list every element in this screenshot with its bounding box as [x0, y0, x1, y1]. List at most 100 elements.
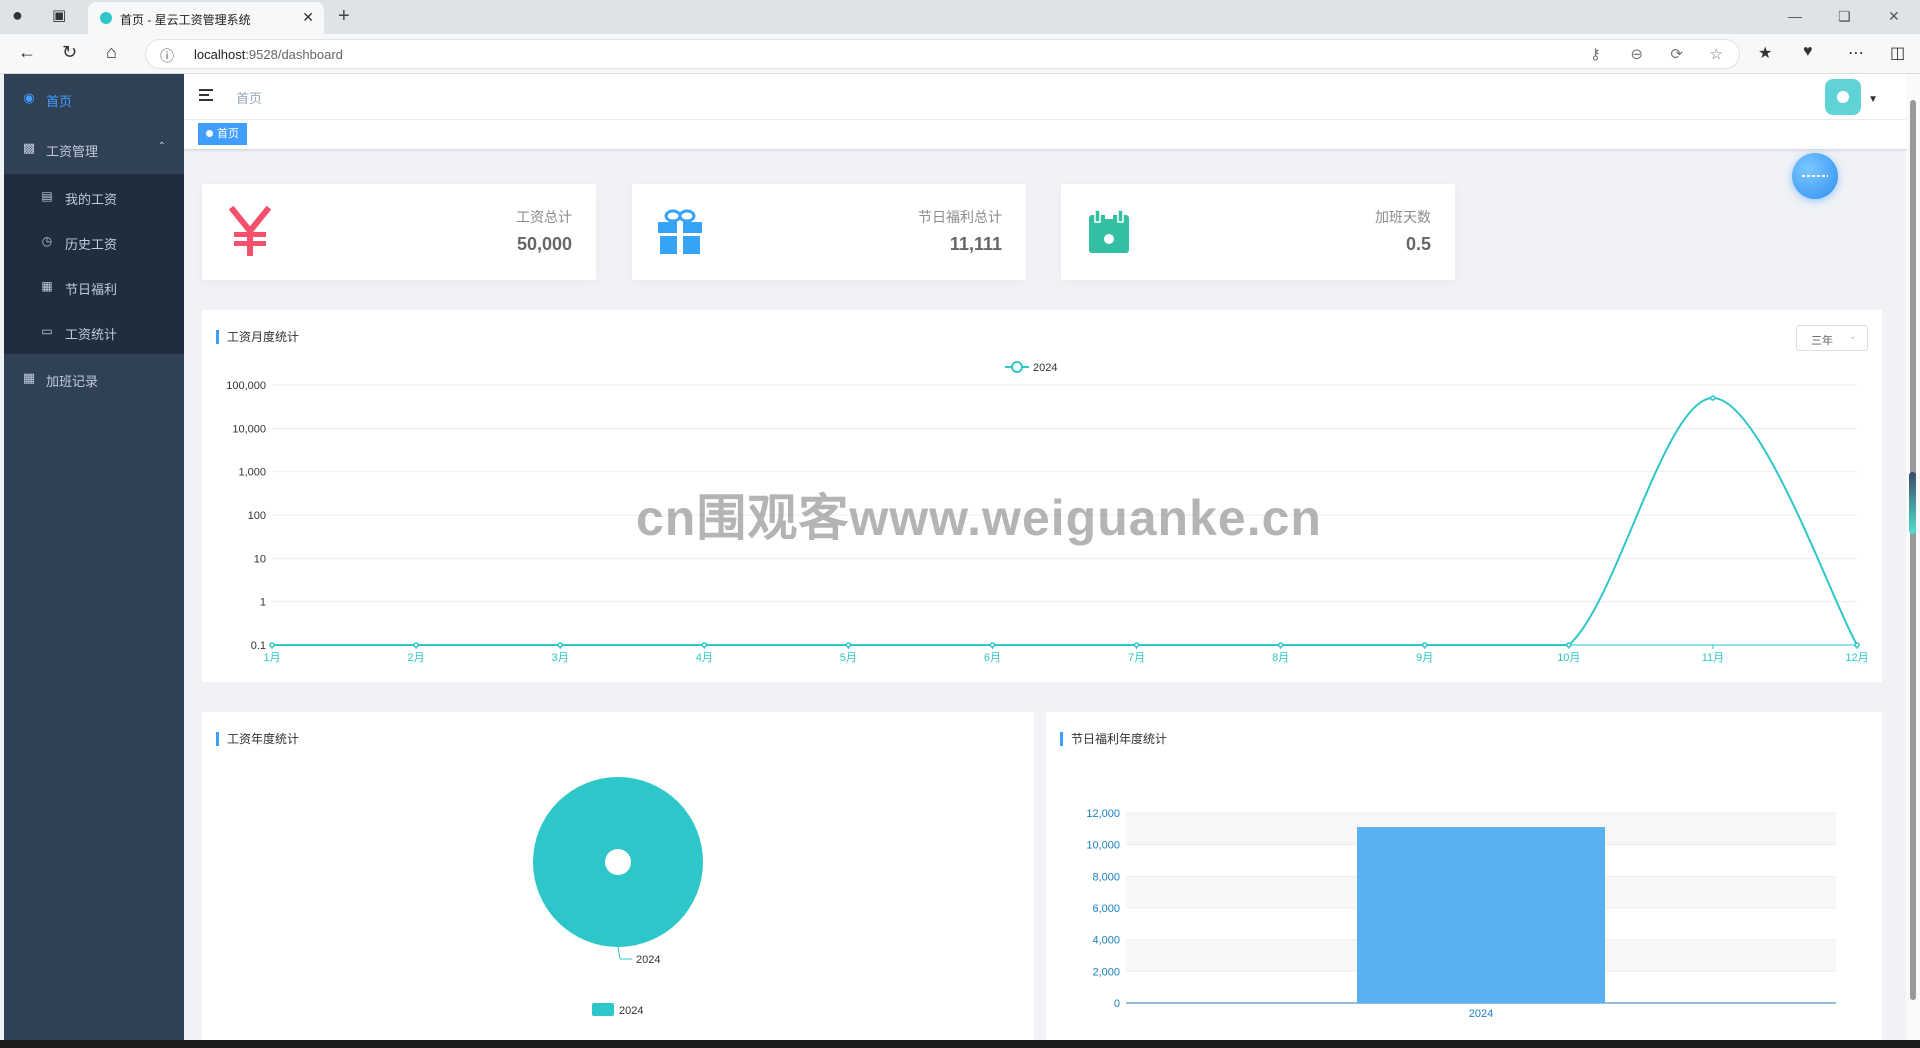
key-icon[interactable]: ⚷	[1590, 45, 1601, 63]
holiday-bonus-panel: 节日福利年度统计 0 2,000 4,000 6,000 8,000 10,000 12,0…	[1046, 712, 1882, 1040]
sidebar-item-label: 首页	[46, 94, 73, 109]
profile-icon[interactable]: ●	[12, 5, 23, 26]
page-scrollbar[interactable]	[1906, 74, 1920, 1040]
info-icon[interactable]: ⓘ	[160, 46, 174, 66]
data-point	[1566, 642, 1572, 648]
floating-assistant-button[interactable]	[1792, 153, 1838, 199]
breadcrumb[interactable]: 首页	[236, 88, 262, 107]
browser-tab-bar: ● ▣ 首页 - 星云工资管理系统 ✕ + — ❏ ✕	[0, 0, 1920, 34]
sidebar-item-my-salary[interactable]: ▤ 我的工资	[4, 174, 184, 219]
gift-icon	[658, 209, 702, 254]
sidebar-item-label: 工资管理	[46, 144, 99, 159]
sidebar-toggle-icon[interactable]: ◫	[1890, 43, 1905, 63]
sidebar-item-label: 加班记录	[46, 374, 99, 389]
stat-label: 工资总计	[516, 209, 572, 225]
calendar-icon	[1089, 209, 1129, 253]
data-point	[845, 642, 852, 648]
panel-title: 工资月度统计	[216, 330, 299, 344]
tag-home[interactable]: 首页	[198, 123, 247, 145]
caret-down-icon[interactable]: ▼	[1868, 94, 1878, 105]
y-tick-label: 4,000	[1092, 935, 1120, 947]
restore-icon[interactable]: ❏	[1838, 8, 1851, 25]
bonus-bar-chart: 0 2,000 4,000 6,000 8,000 10,000 12,000 2024	[1086, 808, 1836, 1020]
dashboard-icon: ◉	[23, 90, 35, 105]
data-point	[557, 642, 563, 648]
salary-submenu: ▤ 我的工资 ◷ 历史工资 ▦ 节日福利 ▭ 工资统计	[4, 174, 184, 354]
data-point	[1421, 642, 1428, 648]
stat-value: 11,111	[949, 234, 1002, 254]
sidebar-item-salary-history[interactable]: ◷ 历史工资	[4, 219, 184, 264]
bar-2024	[1357, 827, 1605, 1003]
stat-card-benefits-total[interactable]: 节日福利总计 11,111	[632, 184, 1026, 280]
avatar[interactable]	[1825, 79, 1861, 115]
sidebar-item-label: 工资统计	[65, 327, 118, 342]
scrollbar-thumb[interactable]	[1910, 100, 1916, 1000]
x-tick-label: 7月	[1128, 652, 1145, 664]
panel-title: 节日福利年度统计	[1060, 732, 1167, 746]
home-icon[interactable]: ⌂	[106, 42, 117, 63]
favorite-star-icon[interactable]: ☆	[1710, 45, 1723, 63]
url-field[interactable]: ⓘ localhost:9528/dashboard ⚷ ⊖ ⟳ ☆	[145, 39, 1740, 69]
x-tick-label: 4月	[696, 652, 713, 664]
y-tick-label: 0.1	[251, 640, 266, 652]
pie-label-line	[617, 946, 632, 960]
sidebar-item-overtime-records[interactable]: ▦ 加班记录	[4, 354, 184, 404]
sidebar: ◉ 首页 ▩ 工资管理 ⌃ ▤ 我的工资 ◷ 历史工资 ▦ 节日福利 ▭ 工资统…	[4, 74, 184, 1040]
close-window-icon[interactable]: ✕	[1888, 8, 1900, 25]
back-icon[interactable]: ←	[18, 42, 36, 63]
more-menu-icon[interactable]: ⋯	[1848, 43, 1864, 63]
navbar: 首页 ▼	[184, 74, 1906, 120]
taskbar	[0, 1040, 1920, 1048]
stat-card-overtime-days[interactable]: 加班天数 0.5	[1061, 184, 1455, 280]
data-point	[989, 642, 996, 648]
tab-actions-icon[interactable]: ▣	[52, 6, 66, 24]
reload-icon[interactable]: ↻	[62, 42, 77, 63]
favorites-icon[interactable]: ★	[1758, 43, 1772, 63]
y-tick-label: 100,000	[226, 380, 266, 392]
x-tick-label: 10月	[1557, 652, 1580, 664]
browser-tab[interactable]: 首页 - 星云工资管理系统 ✕	[88, 2, 324, 34]
zoom-out-icon[interactable]: ⊖	[1630, 45, 1643, 63]
x-tick-label: 2月	[408, 652, 425, 664]
watermark: cn围观客www.weiguanke.cn	[636, 490, 1322, 546]
sidebar-item-holiday-benefits[interactable]: ▦ 节日福利	[4, 264, 184, 309]
legend-marker	[1011, 361, 1023, 373]
browser-essentials-icon[interactable]: ♥	[1803, 43, 1813, 61]
tab-title: 首页 - 星云工资管理系统	[120, 13, 251, 27]
y-tick-label: 6,000	[1092, 903, 1120, 915]
address-bar: ← ↻ ⌂ ⓘ localhost:9528/dashboard ⚷ ⊖ ⟳ ☆…	[0, 34, 1920, 74]
data-point	[1710, 395, 1716, 401]
pie-center-hole	[605, 849, 631, 875]
x-tick-label: 2024	[1469, 1008, 1493, 1020]
new-tab-icon[interactable]: +	[338, 5, 350, 28]
chevron-up-icon: ⌃	[157, 141, 166, 152]
minimize-icon[interactable]: —	[1788, 8, 1802, 24]
x-tick-label: 1月	[263, 652, 280, 664]
pie-label: 2024	[636, 954, 660, 966]
data-point	[701, 642, 708, 648]
sidebar-item-salary-stats[interactable]: ▭ 工资统计	[4, 309, 184, 354]
x-tick-label: 8月	[1272, 652, 1289, 664]
money-icon: ▤	[41, 189, 53, 203]
range-select[interactable]: 三年 ⌄	[1796, 325, 1868, 351]
data-point	[269, 642, 275, 648]
range-select-value: 三年	[1811, 335, 1833, 347]
sidebar-item-label: 历史工资	[65, 237, 118, 252]
sidebar-item-home[interactable]: ◉ 首页	[4, 74, 184, 124]
sidebar-item-label: 节日福利	[65, 282, 118, 297]
sidebar-item-salary-management[interactable]: ▩ 工资管理 ⌃	[4, 124, 184, 174]
chevron-down-icon: ⌄	[1848, 331, 1857, 342]
legend-label: 2024	[1033, 362, 1057, 374]
data-point	[1854, 642, 1860, 648]
stat-card-salary-total[interactable]: 工资总计 50,000	[202, 184, 596, 280]
y-tick-label: 1,000	[238, 467, 266, 479]
hamburger-icon[interactable]	[199, 88, 215, 104]
x-tick-label: 5月	[840, 652, 857, 664]
data-point	[1277, 642, 1284, 648]
close-tab-icon[interactable]: ✕	[302, 9, 314, 26]
y-tick-label: 2,000	[1092, 966, 1120, 978]
presentation-icon: ▭	[41, 324, 53, 338]
y-tick-label: 10,000	[232, 423, 266, 435]
refresh-page-icon[interactable]: ⟳	[1670, 45, 1683, 63]
stat-label: 节日福利总计	[918, 209, 1002, 225]
